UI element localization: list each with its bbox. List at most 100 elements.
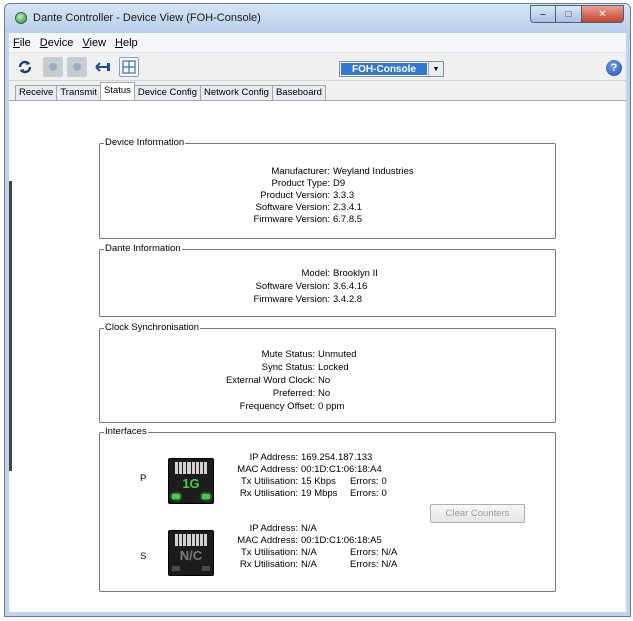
- info-key: Software Version:: [255, 202, 330, 213]
- info-key: MAC Address:: [237, 535, 298, 546]
- info-value: N/A: [381, 559, 398, 570]
- info-key: Errors:: [350, 547, 379, 558]
- group-title: Dante Information: [104, 243, 182, 255]
- info-value: 0: [381, 476, 387, 487]
- info-row: External Word Clock: No: [100, 375, 330, 387]
- primary-ip-row: IP Address: 169.254.187.133: [100, 452, 373, 464]
- device-select[interactable]: FOH-Console ▼: [339, 61, 444, 77]
- info-key: Rx Utilisation:: [239, 559, 298, 570]
- device-information-group: Device Information Manufacturer: Weyland …: [99, 137, 556, 239]
- info-value: 19 Mbps: [301, 488, 338, 499]
- tab-receive[interactable]: Receive: [15, 85, 58, 100]
- info-key: MAC Address:: [237, 464, 298, 475]
- info-value: D9: [333, 178, 346, 189]
- tab-status[interactable]: Status: [99, 82, 135, 100]
- info-key: Manufacturer:: [271, 166, 330, 177]
- app-window: Dante Controller - Device View (FOH-Cons…: [4, 3, 631, 617]
- info-key: Errors:: [350, 559, 379, 570]
- menu-help-rest: elp: [123, 36, 138, 49]
- info-key: Product Version:: [260, 190, 330, 201]
- menu-device[interactable]: Device: [40, 37, 74, 49]
- info-value: 00:1D:C1:06:18:A5: [301, 535, 382, 546]
- info-value: No: [318, 375, 331, 386]
- menu-file-rest: ile: [19, 36, 31, 49]
- menu-device-mnemonic: D: [39, 36, 48, 49]
- maximize-button[interactable]: □: [556, 5, 582, 23]
- info-value: 00:1D:C1:06:18:A4: [301, 464, 382, 475]
- info-key: Errors:: [350, 488, 379, 499]
- info-key: Tx Utilisation:: [240, 547, 298, 558]
- info-row: Manufacturer: Weyland Industries: [100, 166, 413, 178]
- info-value: 3.3.3: [333, 190, 355, 201]
- group-title: Interfaces: [104, 426, 148, 438]
- device-select-value: FOH-Console: [341, 63, 427, 75]
- info-value: 0: [381, 488, 387, 499]
- back-connect-icon[interactable]: [93, 57, 113, 77]
- info-value: N/A: [301, 559, 317, 570]
- tab-transmit[interactable]: Transmit: [56, 85, 101, 100]
- group-title: Device Information: [104, 137, 186, 149]
- menu-view-rest: iew: [89, 36, 107, 49]
- connect-icon: [43, 57, 63, 77]
- info-value: Locked: [318, 362, 349, 373]
- tab-baseboard[interactable]: Baseboard: [271, 85, 326, 100]
- info-value: 2.3.4.1: [333, 202, 363, 213]
- primary-rx-row: Rx Utilisation: 19 Mbps Errors: 0: [100, 488, 387, 500]
- title-bar[interactable]: Dante Controller - Device View (FOH-Cons…: [5, 4, 630, 33]
- group-title: Clock Synchronisation: [104, 322, 200, 334]
- info-key: External Word Clock:: [225, 375, 315, 386]
- help-icon[interactable]: ?: [606, 60, 622, 76]
- info-key: Software Version:: [255, 281, 330, 292]
- secondary-mac-row: MAC Address: 00:1D:C1:06:18:A5: [100, 535, 382, 547]
- info-value: 6.7.8.5: [333, 214, 363, 225]
- info-key: IP Address:: [249, 523, 298, 534]
- tab-network-config[interactable]: Network Config: [200, 85, 273, 100]
- menu-view[interactable]: View: [82, 37, 106, 49]
- primary-tx-row: Tx Utilisation: 15 Kbps Errors: 0: [100, 476, 387, 488]
- secondary-tx-row: Tx Utilisation: N/A Errors: N/A: [100, 547, 397, 559]
- info-key: Sync Status:: [261, 362, 315, 373]
- clear-counters-button[interactable]: Clear Counters: [430, 504, 525, 523]
- dante-app-icon: [15, 12, 27, 24]
- info-key: Rx Utilisation:: [239, 488, 298, 499]
- info-value: N/A: [301, 523, 317, 534]
- primary-mac-row: MAC Address: 00:1D:C1:06:18:A4: [100, 464, 382, 476]
- info-row: Model: Brooklyn II: [100, 268, 378, 280]
- info-row: Firmware Version: 3.4.2.8: [100, 294, 362, 306]
- info-row: Firmware Version: 6.7.8.5: [100, 214, 362, 226]
- info-row: Software Version: 2.3.4.1: [100, 202, 363, 214]
- interfaces-group: Interfaces P 1G IP Address: 169.254.187.1…: [99, 426, 556, 592]
- tab-device-config[interactable]: Device Config: [133, 85, 202, 100]
- chevron-down-icon[interactable]: ▼: [428, 62, 443, 76]
- info-row: Product Type: D9: [100, 178, 346, 190]
- info-value: No: [318, 388, 331, 399]
- menu-help[interactable]: Help: [115, 37, 138, 49]
- status-panel: Device Information Manufacturer: Weyland …: [9, 100, 626, 612]
- info-value: N/A: [381, 547, 398, 558]
- info-key: IP Address:: [249, 452, 298, 463]
- info-key: Preferred:: [272, 388, 315, 399]
- info-key: Errors:: [350, 476, 379, 487]
- info-row: Product Version: 3.3.3: [100, 190, 354, 202]
- menu-view-mnemonic: V: [82, 36, 90, 49]
- close-button[interactable]: ✕: [582, 5, 624, 23]
- info-row: Mute Status: Unmuted: [100, 349, 357, 361]
- window-controls: – □ ✕: [530, 5, 624, 23]
- identify-icon: [67, 57, 87, 77]
- secondary-rx-row: Rx Utilisation: N/A Errors: N/A: [100, 559, 397, 571]
- grid-icon[interactable]: [119, 57, 139, 77]
- menu-bar: File Device View Help: [9, 33, 626, 53]
- scroll-edge: [9, 181, 12, 471]
- info-value: N/A: [301, 547, 317, 558]
- info-value: Brooklyn II: [333, 268, 378, 279]
- info-key: Model:: [301, 268, 330, 279]
- menu-file[interactable]: File: [13, 37, 31, 49]
- window-title: Dante Controller - Device View (FOH-Cons…: [33, 12, 261, 24]
- info-key: Product Type:: [271, 178, 330, 189]
- info-key: Firmware Version:: [253, 214, 330, 225]
- refresh-icon[interactable]: [15, 57, 35, 77]
- info-row: Preferred: No: [100, 388, 330, 400]
- info-row: Frequency Offset: 0 ppm: [100, 401, 345, 413]
- clock-synchronisation-group: Clock Synchronisation Mute Status: Unmute…: [99, 322, 556, 423]
- minimize-button[interactable]: –: [530, 5, 556, 23]
